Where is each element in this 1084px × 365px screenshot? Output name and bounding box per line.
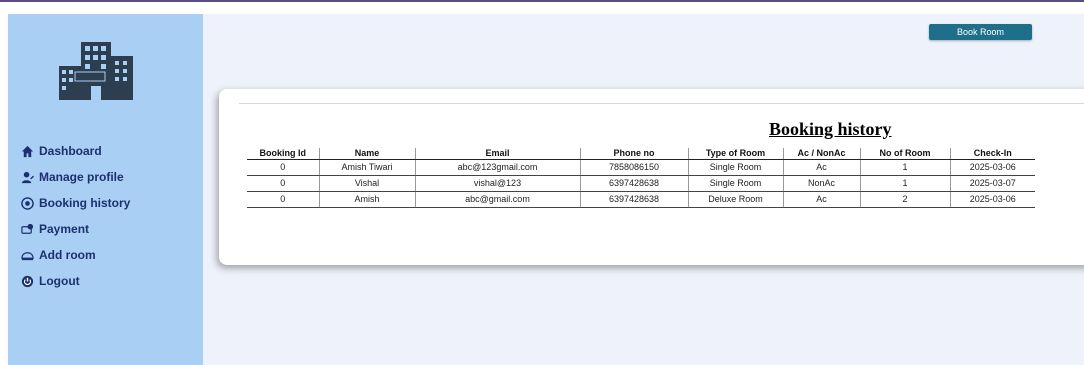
column-header: Check-In <box>950 148 1035 160</box>
column-header: Name <box>319 148 416 160</box>
column-header: No of Room <box>860 148 951 160</box>
sidebar-item-label: Dashboard <box>39 144 102 158</box>
column-header: Phone no <box>580 148 689 160</box>
table-row: 0 Amish Tiwari abc@123gmail.com 78580861… <box>247 159 1035 176</box>
table-cell: NonAc <box>783 175 861 192</box>
hotel-logo <box>57 36 135 100</box>
dashboard-icon <box>20 144 34 158</box>
table-cell: 2 <box>860 191 951 208</box>
table-cell: abc@123gmail.com <box>415 159 581 176</box>
column-header: Type of Room <box>688 148 784 160</box>
column-header: Ac / NonAc <box>783 148 861 160</box>
table-cell: Deluxe Room <box>688 191 784 208</box>
table-cell: 2025-03-06 <box>950 191 1035 208</box>
sidebar-item-manage-profile[interactable]: Manage profile <box>20 164 200 190</box>
table-cell: 1 <box>860 175 951 192</box>
table-row: 0 Amish abc@gmail.com 6397428638 Deluxe … <box>247 191 1035 208</box>
column-header: Email <box>415 148 581 160</box>
sidebar-item-label: Booking history <box>39 196 131 210</box>
table-cell: Amish <box>319 191 416 208</box>
table-cell: 7858086150 <box>580 159 689 176</box>
table-row: 0 Vishal vishal@123 6397428638 Single Ro… <box>247 175 1035 192</box>
payment-icon <box>20 222 34 236</box>
user-edit-icon <box>20 170 34 184</box>
booking-history-card: Booking history Booking Id Name Email Ph… <box>219 89 1084 265</box>
sidebar-item-label: Payment <box>39 222 90 236</box>
add-room-icon <box>20 248 34 262</box>
table-cell: 6397428638 <box>580 191 689 208</box>
sidebar-item-logout[interactable]: Logout <box>20 268 200 294</box>
table-cell: Single Room <box>688 175 784 192</box>
table-header-row: Booking Id Name Email Phone no Type of R… <box>247 148 1035 160</box>
table-cell: Single Room <box>688 159 784 176</box>
table-cell: Ac <box>783 159 861 176</box>
sidebar-item-label: Logout <box>39 274 80 288</box>
power-icon <box>20 274 34 288</box>
table-cell: 0 <box>247 191 320 208</box>
sidebar-item-dashboard[interactable]: Dashboard <box>20 138 200 164</box>
table-cell: 0 <box>247 175 320 192</box>
column-header: Booking Id <box>247 148 320 160</box>
page: Dashboard Manage profile Booking history… <box>8 14 1084 365</box>
sidebar-item-add-room[interactable]: Add room <box>20 242 200 268</box>
booking-history-icon <box>20 196 34 210</box>
sidebar-item-label: Add room <box>39 248 96 262</box>
table-cell: 6397428638 <box>580 175 689 192</box>
table-cell: Vishal <box>319 175 416 192</box>
top-border <box>0 0 1084 2</box>
booking-table: Booking Id Name Email Phone no Type of R… <box>247 148 1035 208</box>
table-cell: 2025-03-06 <box>950 159 1035 176</box>
sidebar: Dashboard Manage profile Booking history… <box>8 14 203 365</box>
sidebar-item-label: Manage profile <box>39 170 124 184</box>
table-cell: 2025-03-07 <box>950 175 1035 192</box>
table-cell: 1 <box>860 159 951 176</box>
table-cell: Ac <box>783 191 861 208</box>
divider <box>239 103 1084 104</box>
page-title: Booking history <box>769 119 892 139</box>
table-cell: Amish Tiwari <box>319 159 416 176</box>
sidebar-item-booking-history[interactable]: Booking history <box>20 190 200 216</box>
table-cell: 0 <box>247 159 320 176</box>
sidebar-nav: Dashboard Manage profile Booking history… <box>20 138 200 294</box>
sidebar-item-payment[interactable]: Payment <box>20 216 200 242</box>
book-room-button[interactable]: Book Room <box>929 24 1032 40</box>
table-cell: abc@gmail.com <box>415 191 581 208</box>
table-cell: vishal@123 <box>415 175 581 192</box>
